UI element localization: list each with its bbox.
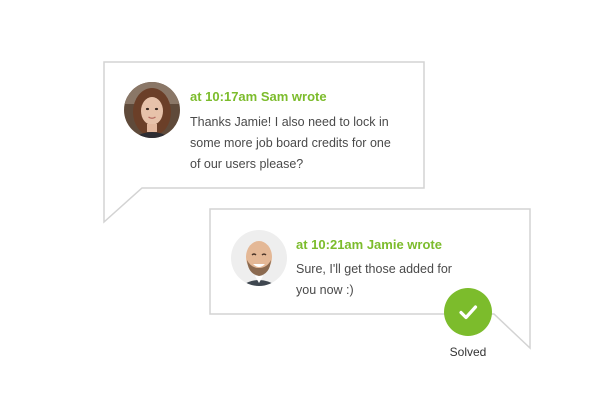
- checkmark-icon: [459, 305, 478, 320]
- solved-button[interactable]: [444, 288, 492, 336]
- message-line: some more job board credits for one: [190, 136, 391, 150]
- message-text: Sure, I'll get those added for you now :…: [296, 259, 452, 301]
- message-line: Sure, I'll get those added for: [296, 262, 452, 276]
- solved-label: Solved: [449, 345, 487, 359]
- message-line: you now :): [296, 283, 354, 297]
- bald-man-avatar: [231, 230, 287, 286]
- message-line: Thanks Jamie! I also need to lock in: [190, 115, 389, 129]
- chat-bubbles-frame: [103, 61, 531, 350]
- message-author-line: at 10:17am Sam wrote: [190, 89, 327, 104]
- message-text: Thanks Jamie! I also need to lock in som…: [190, 112, 391, 175]
- message-author-line: at 10:21am Jamie wrote: [296, 237, 442, 252]
- message-line: of our users please?: [190, 157, 304, 171]
- woman-avatar: [124, 82, 180, 138]
